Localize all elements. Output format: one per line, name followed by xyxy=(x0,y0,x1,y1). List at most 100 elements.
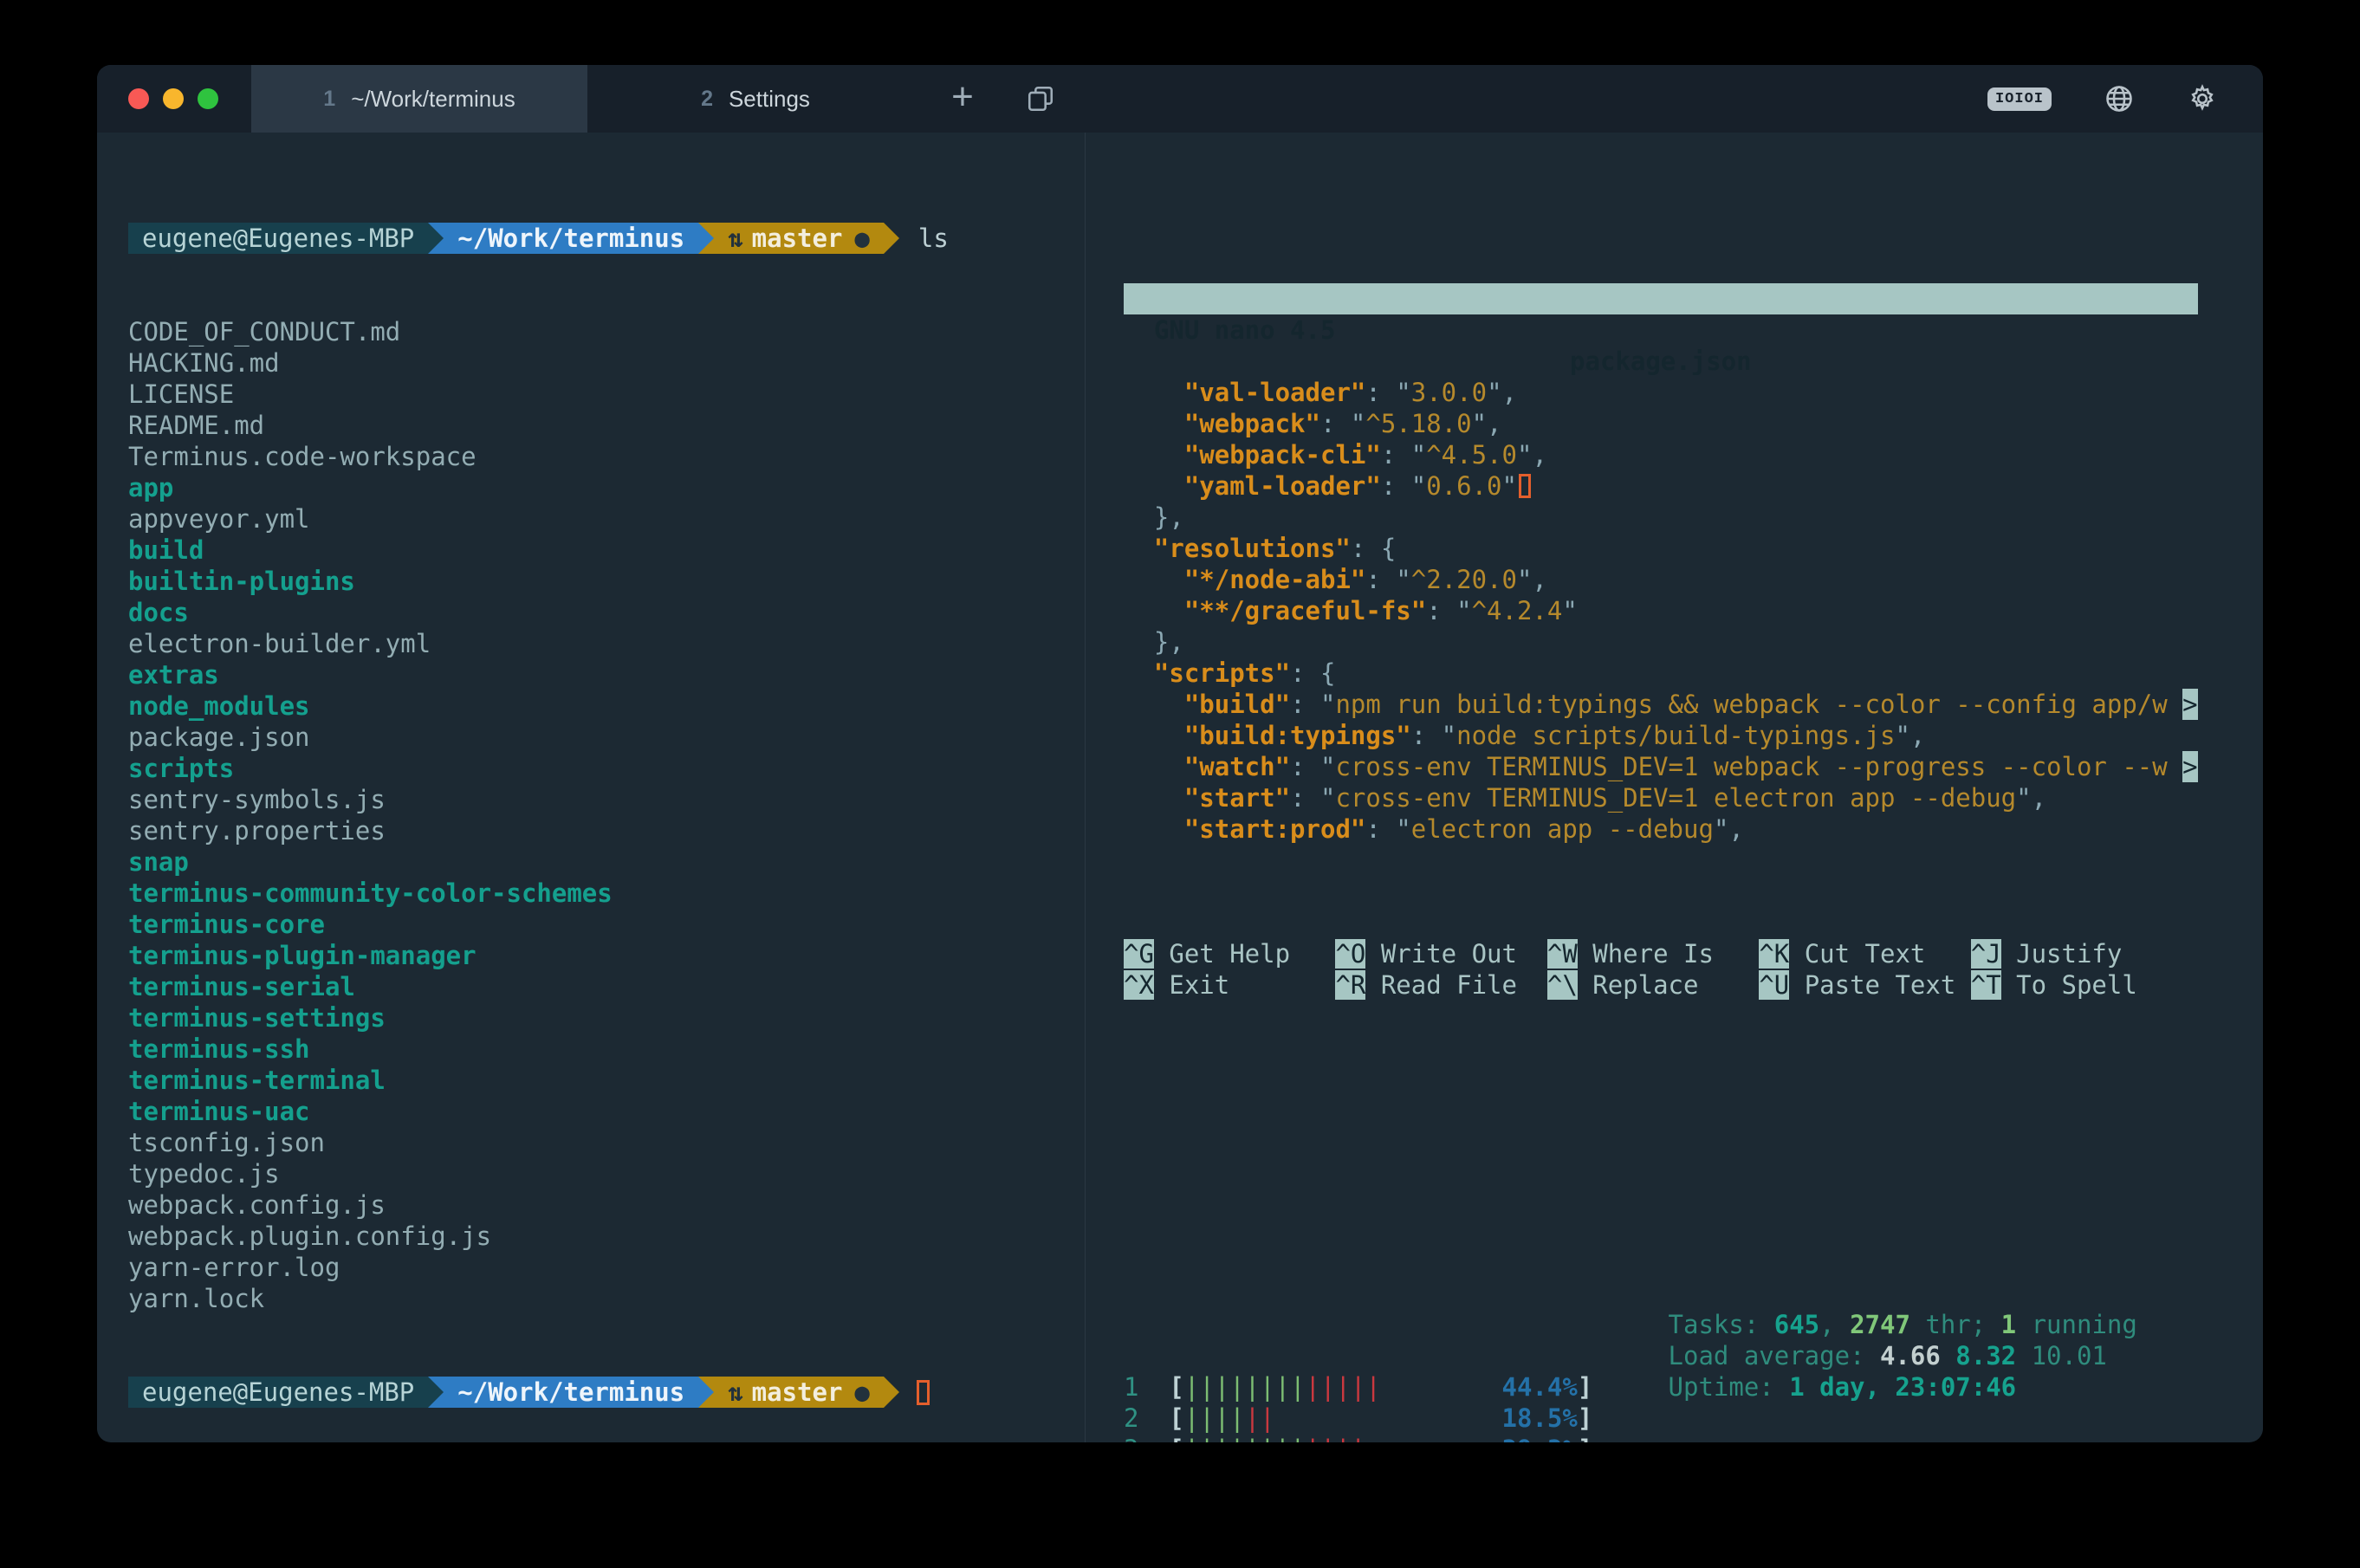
prompt-path-segment: ~/Work/terminus xyxy=(444,223,698,254)
dir-entry: terminus-uac xyxy=(128,1096,1085,1127)
nano-buffer: "val-loader": "3.0.0", "webpack": "^5.18… xyxy=(1124,377,2198,845)
nano-shortcut-row: ^X Exit ^R Read File ^\ Replace ^U Paste… xyxy=(1124,969,2198,1001)
prompt-git-segment: ⇅master● xyxy=(714,223,884,254)
dir-entry: node_modules xyxy=(128,690,1085,722)
overlapping-windows-icon xyxy=(1026,84,1055,113)
powerline-chevron-icon xyxy=(698,1377,714,1408)
nano-line: "build": "npm run build:typings && webpa… xyxy=(1124,689,2198,720)
file-entry: typedoc.js xyxy=(128,1158,1085,1189)
git-branch-icon: ⇅ xyxy=(728,1377,742,1408)
powerline-chevron-icon xyxy=(698,223,714,254)
git-branch-icon: ⇅ xyxy=(728,223,742,254)
meter-line: 3 [|||||||||||| 39.3%] xyxy=(1124,1434,2263,1442)
dir-entry: builtin-plugins xyxy=(128,566,1085,597)
prompt-git-segment: ⇅master● xyxy=(714,1377,884,1408)
terminal-pane-left[interactable]: eugene@Eugenes-MBP ~/Work/terminus ⇅mast… xyxy=(97,133,1085,1442)
nano-line: "yaml-loader": "0.6.0" xyxy=(1124,470,2198,502)
prompt-user-segment: eugene@Eugenes-MBP xyxy=(128,223,428,254)
git-branch-name: master xyxy=(743,223,855,254)
serial-ports-button[interactable]: IOIOI xyxy=(1987,91,2052,107)
tab-number: 1 xyxy=(323,87,335,112)
nano-line: }, xyxy=(1124,502,2198,533)
nano-line: "**/graceful-fs": "^4.2.4" xyxy=(1124,595,2198,626)
powerline-chevron-icon xyxy=(428,1377,444,1408)
file-entry: webpack.plugin.config.js xyxy=(128,1221,1085,1252)
web-button[interactable] xyxy=(2104,83,2135,114)
file-entry: yarn-error.log xyxy=(128,1252,1085,1283)
dir-entry: build xyxy=(128,535,1085,566)
dir-entry: snap xyxy=(128,846,1085,878)
shell-prompt: eugene@Eugenes-MBP ~/Work/terminus ⇅mast… xyxy=(128,1377,1085,1408)
nano-editor-pane: GNU nano 4.5 package.json "val-loader": … xyxy=(1124,221,2198,1063)
file-entry: yarn.lock xyxy=(128,1283,1085,1314)
file-entry: appveyor.yml xyxy=(128,503,1085,535)
settings-button[interactable] xyxy=(2187,83,2218,114)
window-content: eugene@Eugenes-MBP ~/Work/terminus ⇅mast… xyxy=(97,133,2263,1442)
tab-title: ~/Work/terminus xyxy=(351,86,515,113)
gear-icon xyxy=(2187,83,2218,114)
terminus-window: 1 ~/Work/terminus 2 Settings + IOIOI xyxy=(97,65,2263,1442)
file-entry: webpack.config.js xyxy=(128,1189,1085,1221)
ls-output: CODE_OF_CONDUCT.mdHACKING.mdLICENSEREADM… xyxy=(128,316,1085,1314)
typed-command: ls xyxy=(899,223,949,254)
powerline-chevron-icon xyxy=(884,1377,899,1408)
file-entry: sentry.properties xyxy=(128,815,1085,846)
summary-line: Load average: 4.66 8.32 10.01 xyxy=(1669,1340,2137,1371)
minimize-button[interactable] xyxy=(163,88,184,109)
powerline-chevron-icon xyxy=(884,223,899,254)
plus-icon: + xyxy=(951,78,974,116)
prompt-user-segment: eugene@Eugenes-MBP xyxy=(128,1377,428,1408)
nano-line: "start": "cross-env TERMINUS_DEV=1 elect… xyxy=(1124,782,2198,813)
nano-shortcut-bar: ^G Get Help ^O Write Out ^W Where Is ^K … xyxy=(1124,938,2198,1001)
dir-entry: terminus-settings xyxy=(128,1002,1085,1033)
shell-prompt: eugene@Eugenes-MBP ~/Work/terminus ⇅mast… xyxy=(128,223,1085,254)
meter-line: 2 [|||||| 18.5%] xyxy=(1124,1403,2263,1434)
tab-title: Settings xyxy=(729,86,810,113)
prompt-path-segment: ~/Work/terminus xyxy=(444,1377,698,1408)
file-entry: package.json xyxy=(128,722,1085,753)
terminal-pane-right[interactable]: GNU nano 4.5 package.json "val-loader": … xyxy=(1086,133,2263,1442)
new-window-button[interactable] xyxy=(1002,65,1080,133)
file-entry: HACKING.md xyxy=(128,347,1085,379)
globe-icon xyxy=(2104,83,2135,114)
close-button[interactable] xyxy=(128,88,149,109)
htop-pane: 1 [||||||||||||| 44.4%]2 [|||||| 18.5%]3… xyxy=(1124,1247,2263,1442)
git-dirty-dot-icon: ● xyxy=(854,1377,869,1408)
nano-file-name: package.json xyxy=(1570,346,1752,377)
file-entry: CODE_OF_CONDUCT.md xyxy=(128,316,1085,347)
dir-entry: terminus-serial xyxy=(128,971,1085,1002)
dir-entry: app xyxy=(128,472,1085,503)
htop-summary: Tasks: 645, 2747 thr; 1 runningLoad aver… xyxy=(1669,1309,2137,1403)
titlebar-spacer xyxy=(1080,65,1987,133)
nano-line: "resolutions": { xyxy=(1124,533,2198,564)
file-entry: Terminus.code-workspace xyxy=(128,441,1085,472)
nano-line: "val-loader": "3.0.0", xyxy=(1124,377,2198,408)
nano-line: "*/node-abi": "^2.20.0", xyxy=(1124,564,2198,595)
nano-line: "webpack": "^5.18.0", xyxy=(1124,408,2198,439)
tab-settings[interactable]: 2 Settings xyxy=(587,65,924,133)
tab-number: 2 xyxy=(701,87,713,112)
zoom-button[interactable] xyxy=(198,88,218,109)
summary-line: Uptime: 1 day, 23:07:46 xyxy=(1669,1371,2137,1403)
nano-app-title: GNU nano 4.5 xyxy=(1154,314,1336,346)
powerline-chevron-icon xyxy=(428,223,444,254)
nano-line: "scripts": { xyxy=(1124,658,2198,689)
nano-line: "watch": "cross-env TERMINUS_DEV=1 webpa… xyxy=(1124,751,2198,782)
dir-entry: terminus-core xyxy=(128,909,1085,940)
nano-line: "build:typings": "node scripts/build-typ… xyxy=(1124,720,2198,751)
new-tab-button[interactable]: + xyxy=(924,65,1002,133)
nano-line: "start:prod": "electron app --debug", xyxy=(1124,813,2198,845)
tab-terminal[interactable]: 1 ~/Work/terminus xyxy=(251,65,587,133)
dir-entry: terminus-plugin-manager xyxy=(128,940,1085,971)
dir-entry: docs xyxy=(128,597,1085,628)
file-entry: README.md xyxy=(128,410,1085,441)
traffic-lights xyxy=(97,65,251,133)
file-entry: sentry-symbols.js xyxy=(128,784,1085,815)
file-entry: LICENSE xyxy=(128,379,1085,410)
summary-line: Tasks: 645, 2747 thr; 1 running xyxy=(1669,1309,2137,1340)
nano-line: "webpack-cli": "^4.5.0", xyxy=(1124,439,2198,470)
file-entry: electron-builder.yml xyxy=(128,628,1085,659)
serial-icon: IOIOI xyxy=(1987,87,2052,111)
terminal-cursor xyxy=(917,1380,930,1405)
title-bar: 1 ~/Work/terminus 2 Settings + IOIOI xyxy=(97,65,2263,133)
